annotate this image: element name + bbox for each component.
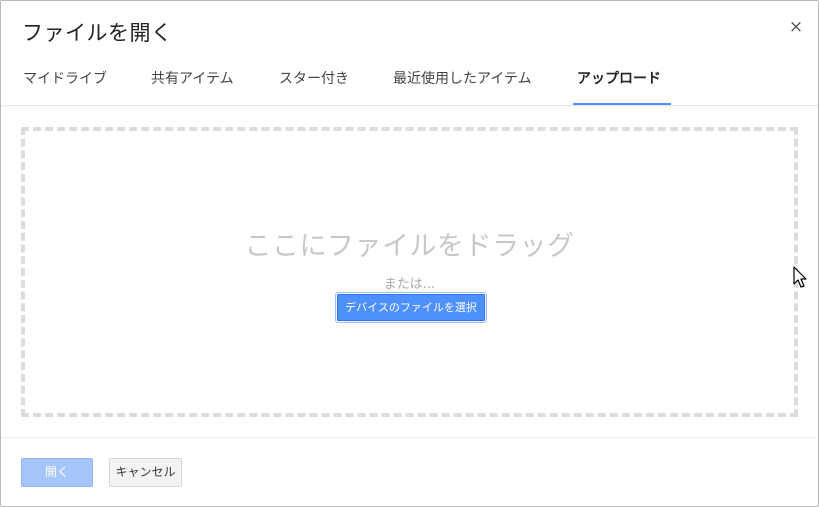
close-icon[interactable]: × — [788, 19, 804, 36]
open-file-dialog: ファイルを開く × マイドライブ 共有アイテム スター付き 最近使用したアイテム… — [0, 0, 819, 507]
tab-recent[interactable]: 最近使用したアイテム — [393, 57, 532, 105]
tab-starred[interactable]: スター付き — [279, 57, 349, 105]
dialog-title: ファイルを開く — [22, 21, 173, 45]
tab-divider — [1, 105, 818, 106]
select-device-file-button[interactable]: デバイスのファイルを選択 — [335, 292, 487, 323]
open-button[interactable]: 開く — [21, 458, 93, 487]
cancel-button[interactable]: キャンセル — [109, 458, 182, 487]
tab-my-drive[interactable]: マイドライブ — [23, 57, 107, 105]
tab-shared[interactable]: 共有アイテム — [151, 57, 234, 105]
mouse-cursor-icon — [793, 266, 807, 288]
drag-files-text: ここにファイルをドラッグ — [244, 231, 575, 262]
upload-dropzone[interactable]: ここにファイルをドラッグ または... デバイスのファイルを選択 — [21, 127, 798, 417]
tab-bar: マイドライブ 共有アイテム スター付き 最近使用したアイテム アップロード — [1, 57, 818, 105]
footer-divider — [1, 437, 818, 438]
or-text: または... — [383, 277, 436, 292]
tab-upload[interactable]: アップロード — [573, 57, 671, 105]
